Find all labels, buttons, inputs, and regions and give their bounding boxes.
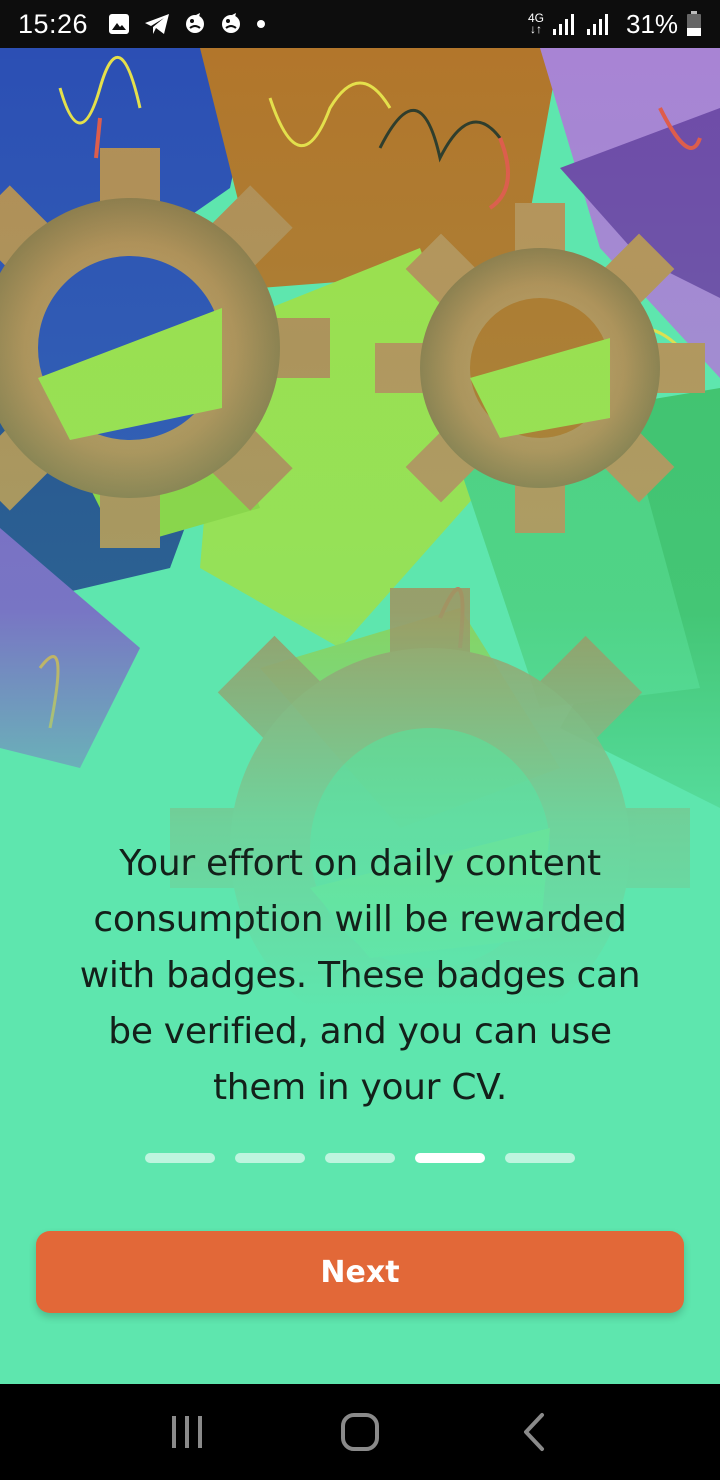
telegram-icon	[145, 14, 170, 34]
navigation-bar	[0, 1384, 720, 1480]
home-icon	[340, 1413, 379, 1451]
battery-percentage: 31%	[625, 8, 678, 39]
onboarding-message: Your effort on daily content consumption…	[79, 843, 641, 1108]
next-button[interactable]: Next	[36, 1231, 684, 1313]
signal-icon	[586, 14, 608, 35]
recent-apps-icon	[171, 1416, 202, 1448]
page-indicator-dot	[145, 1153, 215, 1163]
premier-league-icon	[186, 13, 205, 33]
network-activity: ↓↑	[529, 22, 542, 36]
page-indicator	[0, 1153, 720, 1163]
network-type: 4G ↓↑	[528, 12, 544, 36]
battery-icon	[687, 11, 701, 36]
signal-icon	[552, 14, 574, 35]
page-indicator-dot-active	[415, 1153, 485, 1163]
status-icons-left	[108, 12, 266, 36]
back-icon	[524, 1413, 545, 1451]
gallery-icon	[109, 14, 130, 34]
status-bar: 15:26 4G ↓↑ 31%	[0, 0, 720, 48]
status-icons-right: 4G ↓↑ 31%	[528, 9, 702, 40]
onboarding-screen: 15:26 4G ↓↑ 31% Your effort on daily con…	[0, 0, 720, 1480]
notification-dot-icon	[257, 20, 266, 28]
page-indicator-dot	[505, 1153, 575, 1163]
page-indicator-dot	[235, 1153, 305, 1163]
status-time: 15:26	[18, 8, 89, 39]
page-indicator-dot	[325, 1153, 395, 1163]
recent-apps-button[interactable]	[147, 1397, 227, 1467]
home-button[interactable]	[320, 1397, 400, 1467]
hero-illustration	[0, 48, 720, 1384]
back-button[interactable]	[493, 1397, 573, 1467]
premier-league-icon	[222, 13, 241, 33]
